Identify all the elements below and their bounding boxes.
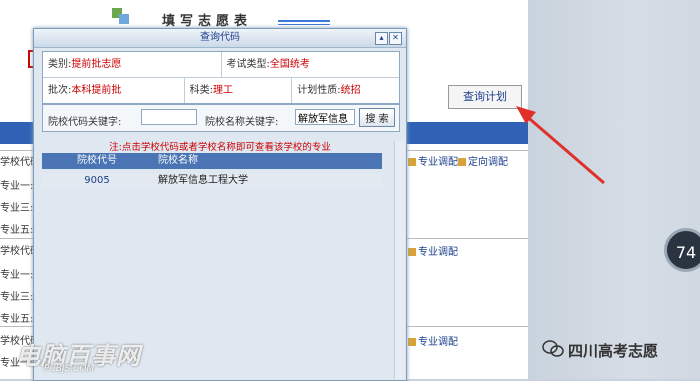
results-header: 院校代号 院校名称 xyxy=(42,153,382,169)
school-name-link[interactable]: 解放军信息工程大学 xyxy=(152,173,382,189)
exam-type-label: 考试类型: xyxy=(226,59,270,70)
subject-value: 理工 xyxy=(212,85,233,96)
plan-type-cell: 计划性质:统招 xyxy=(291,78,399,103)
name-keyword-input[interactable] xyxy=(295,109,355,125)
batch-cell: 批次:本科提前批 xyxy=(43,78,184,103)
code-keyword-input[interactable] xyxy=(141,109,197,125)
category-label: 类别: xyxy=(48,59,72,70)
exam-type-value: 全国统考 xyxy=(269,59,310,70)
table-row[interactable]: 9005 解放军信息工程大学 xyxy=(42,173,382,189)
query-info-table: 类别:提前批志愿 考试类型:全国统考 批次:本科提前批 科类:理工 计划性质:统… xyxy=(42,51,400,104)
hint-note: 注:点击学校代码或者学校名称即可查看该学校的专业 xyxy=(109,142,331,153)
results-table: 院校代号 院校名称 9005 解放军信息工程大学 xyxy=(42,153,382,189)
dialog-titlebar: 查询代码 ▴ ✕ xyxy=(34,29,406,48)
batch-value: 本科提前批 xyxy=(71,85,122,96)
arrow-shaft xyxy=(523,112,605,185)
column-header-code: 院校代号 xyxy=(77,155,117,166)
exam-type-cell: 考试类型:全国统考 xyxy=(220,52,400,77)
watermark-right: 四川高考志愿 xyxy=(568,342,659,360)
close-icon[interactable]: ✕ xyxy=(389,32,402,45)
floating-badge[interactable]: 74 xyxy=(664,228,700,272)
scrollbar[interactable] xyxy=(394,141,405,379)
school-code-link[interactable]: 9005 xyxy=(42,173,152,189)
name-keyword-label: 院校名称关键字: xyxy=(205,117,279,128)
batch-label: 批次: xyxy=(48,85,72,96)
search-bar: 院校代码关键字: 院校名称关键字: 搜 索 xyxy=(42,104,400,132)
category-cell: 类别:提前批志愿 xyxy=(43,52,221,77)
wechat-icon xyxy=(542,340,564,357)
info-row: 类别:提前批志愿 考试类型:全国统考 xyxy=(43,52,399,78)
dialog-title: 查询代码 xyxy=(200,32,240,43)
subject-cell: 科类:理工 xyxy=(183,78,292,103)
category-value: 提前批志愿 xyxy=(71,59,122,70)
minimize-icon[interactable]: ▴ xyxy=(375,32,388,45)
plan-type-label: 计划性质: xyxy=(297,85,341,96)
column-header-name: 院校名称 xyxy=(158,155,198,166)
code-keyword-label: 院校代码关键字: xyxy=(48,117,122,128)
watermark-left-sub: PCBJS.COM xyxy=(44,364,95,374)
search-button[interactable]: 搜 索 xyxy=(359,108,395,127)
subject-label: 科类: xyxy=(189,85,213,96)
info-row: 批次:本科提前批 科类:理工 计划性质:统招 xyxy=(43,78,399,103)
plan-type-value: 统招 xyxy=(340,85,361,96)
query-code-dialog: 查询代码 ▴ ✕ 类别:提前批志愿 考试类型:全国统考 批次:本科提前批 科类:… xyxy=(33,28,407,381)
